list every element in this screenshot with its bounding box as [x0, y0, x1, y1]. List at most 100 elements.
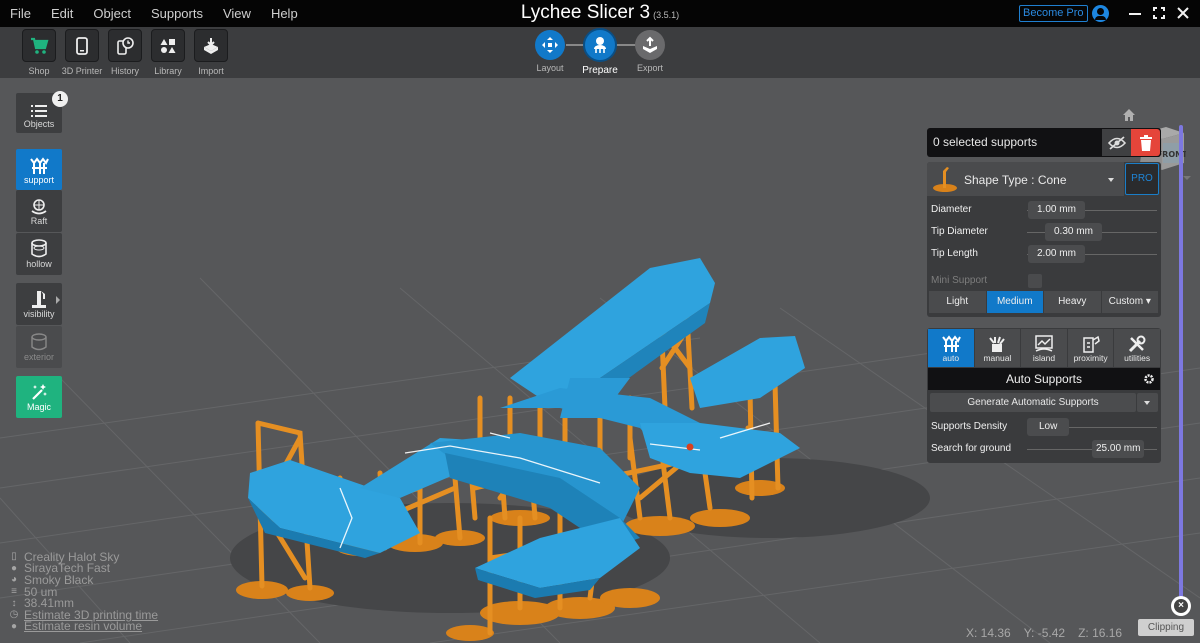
account-icon[interactable]	[1092, 5, 1109, 22]
print-info: ▯ Creality Halot Sky ● SirayaTech Fast ◕ Sm…	[8, 550, 158, 634]
auto-supports-title: Auto Supports	[1005, 372, 1083, 386]
cart-icon	[31, 37, 49, 54]
tab-auto-label: auto	[942, 353, 960, 363]
preset-custom[interactable]: Custom ▾	[1101, 291, 1158, 313]
sidebar-item-visibility[interactable]: visibility	[16, 283, 62, 325]
gear-icon[interactable]	[1143, 373, 1155, 385]
3d-printer-button[interactable]: 3D Printer	[59, 29, 105, 76]
close-icon	[1177, 7, 1189, 19]
expand-arrow-icon	[56, 296, 60, 304]
mini-support-checkbox[interactable]	[1028, 274, 1042, 288]
tip-length-value[interactable]: 2.00 mm	[1028, 245, 1085, 263]
3d-printer-label: 3D Printer	[61, 66, 103, 76]
tab-manual[interactable]: manual	[974, 329, 1021, 367]
menu-object[interactable]: Object	[83, 6, 141, 21]
supports-density-label: Supports Density	[931, 421, 1008, 432]
menu-edit[interactable]: Edit	[41, 6, 83, 21]
hollow-label: hollow	[26, 259, 52, 269]
tab-auto[interactable]: auto	[928, 329, 974, 367]
delete-supports-button[interactable]	[1131, 129, 1160, 156]
menu-view[interactable]: View	[213, 6, 261, 21]
supports-person-icon	[594, 37, 606, 53]
generate-auto-supports-button[interactable]: Generate Automatic Supports	[930, 393, 1136, 412]
sidebar-item-support[interactable]: support	[16, 149, 62, 190]
tab-island-label: island	[1032, 353, 1056, 363]
toolbar: Shop 3D Printer History Library Import L…	[0, 27, 1200, 78]
export-icon	[643, 36, 657, 53]
tab-island[interactable]: island	[1021, 329, 1067, 367]
printer-icon: ▯	[11, 551, 17, 563]
search-ground-row: Search for ground 25.00 mm	[927, 439, 1161, 459]
search-ground-label: Search for ground	[931, 443, 1012, 454]
auto-supports-header: Auto Supports	[928, 368, 1160, 390]
become-pro-button[interactable]: Become Pro	[1019, 5, 1088, 22]
tip-diameter-row: Tip Diameter 0.30 mm	[927, 222, 1161, 242]
cursor-coordinates: X: 14.36 Y: -5.42 Z: 16.16	[966, 626, 1135, 640]
step-prepare[interactable]: Prepare	[581, 28, 619, 76]
palette-icon: ◕	[10, 574, 18, 586]
sidebar-item-raft[interactable]: Raft	[16, 190, 62, 232]
tip-diameter-value[interactable]: 0.30 mm	[1045, 223, 1102, 241]
menu-supports[interactable]: Supports	[141, 6, 213, 21]
sidebar-item-exterior[interactable]: exterior	[16, 326, 62, 368]
menu-file[interactable]: File	[0, 6, 41, 21]
step-layout-label: Layout	[536, 63, 564, 73]
clock-icon: ◷	[9, 609, 19, 621]
import-button[interactable]: Import	[188, 29, 234, 76]
mini-support-label: Mini Support	[931, 275, 988, 286]
home-icon[interactable]	[1122, 108, 1136, 122]
app-version: (3.5.1)	[653, 10, 680, 20]
estimate-volume-row: ● Estimate resin volume	[8, 619, 158, 633]
minimize-button[interactable]	[1126, 4, 1144, 22]
library-button[interactable]: Library	[145, 29, 191, 76]
tab-utilities[interactable]: utilities	[1114, 329, 1160, 367]
clipping-slider-track[interactable]	[1179, 125, 1183, 603]
hide-supports-button[interactable]	[1102, 129, 1131, 156]
diameter-row: Diameter 1.00 mm	[927, 200, 1161, 220]
shop-button[interactable]: Shop	[16, 29, 62, 76]
menu-bar: File Edit Object Supports View Help	[0, 0, 308, 27]
support-shape-panel: Shape Type : Cone PRO Diameter 1.00 mm T…	[927, 162, 1161, 317]
raft-icon	[31, 199, 47, 215]
hollow-cylinder-icon	[31, 239, 47, 258]
exterior-cylinder-icon	[31, 333, 47, 351]
search-ground-value[interactable]: 25.00 mm	[1092, 440, 1145, 458]
sidebar-item-hollow[interactable]: hollow	[16, 233, 62, 275]
maximize-button[interactable]	[1150, 4, 1168, 22]
tab-proximity[interactable]: proximity	[1067, 329, 1114, 367]
close-button[interactable]	[1174, 4, 1192, 22]
estimate-volume-link[interactable]: Estimate resin volume	[24, 619, 142, 633]
step-layout[interactable]: Layout	[532, 30, 568, 73]
clipping-button[interactable]: Clipping	[1138, 619, 1194, 636]
navcube-menu-chevron-icon[interactable]	[1183, 176, 1191, 180]
pro-button[interactable]: PRO	[1125, 163, 1159, 195]
library-shapes-icon	[160, 38, 176, 53]
step-export[interactable]: Export	[633, 30, 667, 73]
menu-help[interactable]: Help	[261, 6, 308, 21]
history-button[interactable]: History	[102, 29, 148, 76]
list-icon	[31, 105, 47, 117]
preset-medium[interactable]: Medium	[986, 291, 1043, 313]
history-label: History	[110, 66, 139, 76]
cone-support-icon	[933, 167, 957, 192]
supports-density-value[interactable]: Low	[1027, 418, 1070, 436]
generate-options-dropdown[interactable]	[1137, 393, 1158, 412]
tab-utilities-label: utilities	[1124, 353, 1151, 363]
support-label: support	[23, 175, 55, 185]
clipping-slider-handle[interactable]: ×	[1171, 596, 1191, 616]
shape-type-label: Shape Type : Cone	[964, 173, 1067, 187]
support-mode-panel: auto manual island proximity utilities A…	[927, 328, 1161, 463]
preset-light[interactable]: Light	[929, 291, 986, 313]
diameter-value[interactable]: 1.00 mm	[1028, 201, 1085, 219]
supports-density-row: Supports Density Low	[927, 417, 1161, 437]
preset-heavy[interactable]: Heavy	[1044, 291, 1101, 313]
magic-button[interactable]: Magic	[16, 376, 62, 418]
diameter-label: Diameter	[931, 204, 972, 215]
visibility-label: visibility	[23, 309, 55, 319]
tip-diameter-label: Tip Diameter	[931, 226, 988, 237]
app-name: Lychee Slicer 3	[520, 2, 651, 23]
phone-printer-icon	[76, 36, 88, 55]
shape-type-dropdown[interactable]: Shape Type : Cone	[927, 162, 1124, 196]
import-icon	[204, 37, 218, 54]
magic-wand-icon	[32, 384, 47, 400]
